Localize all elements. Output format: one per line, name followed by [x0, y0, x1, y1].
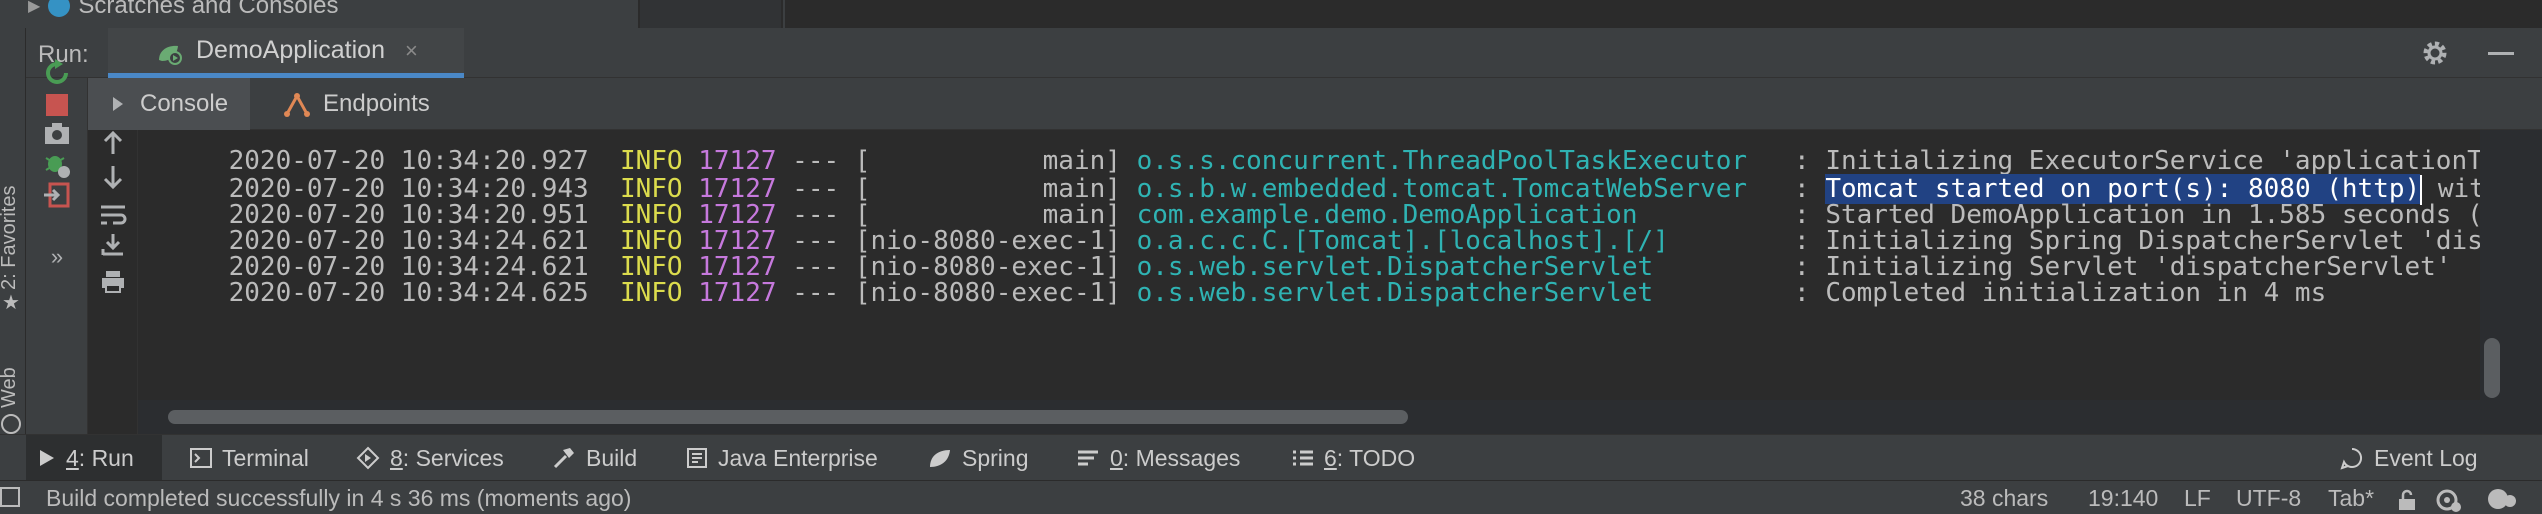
memory-indicator-icon[interactable] — [2486, 487, 2516, 511]
project-tree-strip: ▶ Scratches and Consoles — [0, 0, 2542, 28]
build-hammer-icon — [553, 448, 574, 469]
tab-console-label: Console — [140, 90, 229, 117]
down-button[interactable] — [96, 160, 130, 194]
down-arrow-icon — [103, 166, 123, 190]
minimize-icon[interactable] — [2488, 52, 2514, 55]
scratches-node[interactable]: ▶ Scratches and Consoles — [28, 0, 338, 20]
tab-endpoints-label: Endpoints — [323, 90, 430, 117]
run-tab-title: DemoApplication — [196, 36, 385, 64]
console-output[interactable]: 2020-07-20 10:34:20.927 INFO 17127 --- [… — [138, 130, 2480, 400]
tool-window-run[interactable]: 4: Run — [26, 435, 162, 481]
todo-icon — [1293, 450, 1313, 466]
spring-boot-icon — [159, 45, 182, 65]
run-icon — [40, 450, 54, 466]
tool-window-bar: 4: Run Terminal 8: Services Build Java E… — [0, 434, 2542, 481]
tool-window-todo[interactable]: 6: TODO — [1292, 435, 1415, 481]
editor-panel — [785, 0, 2542, 28]
rerun-icon — [46, 59, 68, 84]
status-message[interactable]: Build completed successfully in 4 s 36 m… — [46, 485, 631, 512]
console-icon — [113, 97, 123, 111]
tool-windows-toggle-icon[interactable] — [0, 487, 20, 507]
expand-triangle-icon[interactable]: ▶ — [28, 0, 40, 16]
services-icon — [356, 446, 380, 470]
file-encoding[interactable]: UTF-8 — [2236, 485, 2301, 512]
tool-window-messages[interactable]: 0: Messages — [1076, 435, 1240, 481]
scroll-to-end-icon — [101, 234, 123, 256]
web-stripe-button[interactable]: Web — [0, 367, 21, 408]
debug-restart-icon — [45, 156, 70, 178]
lock-icon[interactable] — [2396, 489, 2418, 511]
messages-icon — [1078, 450, 1098, 466]
scratches-label: Scratches and Consoles — [78, 0, 339, 19]
expand-icon[interactable]: » — [40, 240, 74, 274]
scroll-to-end-button[interactable] — [96, 228, 130, 262]
status-bar: Build completed successfully in 4 s 36 m… — [0, 480, 2542, 514]
tool-window-run-label: 4: Run — [66, 444, 134, 471]
dump-threads-button[interactable] — [40, 116, 74, 150]
java-enterprise-icon — [687, 448, 707, 468]
tool-window-spring-label: Spring — [962, 444, 1029, 471]
run-tab-demoapplication[interactable]: DemoApplication × — [108, 28, 464, 78]
tab-endpoints[interactable]: Endpoints — [273, 78, 440, 130]
exit-icon — [44, 182, 70, 208]
vertical-scrollbar[interactable] — [2484, 338, 2500, 398]
horizontal-scrollbar[interactable] — [168, 410, 1408, 424]
tool-window-todo-label: 6: TODO — [1324, 444, 1416, 471]
project-tree-panel: ▶ Scratches and Consoles — [0, 0, 640, 28]
tool-window-terminal[interactable]: Terminal — [190, 435, 309, 481]
indent-setting[interactable]: Tab* — [2328, 485, 2374, 512]
soft-wrap-button[interactable] — [96, 198, 130, 232]
up-button[interactable] — [96, 126, 130, 160]
exit-button[interactable] — [40, 178, 74, 212]
camera-icon — [45, 123, 69, 144]
tool-window-build-label: Build — [586, 444, 638, 471]
tool-window-java-enterprise-label: Java Enterprise — [718, 444, 878, 471]
restart-debug-button[interactable] — [40, 148, 74, 182]
tool-window-event-log[interactable]: Event Log — [2340, 435, 2478, 481]
gear-icon[interactable] — [2420, 38, 2450, 68]
endpoints-icon — [284, 92, 310, 117]
rerun-button[interactable] — [40, 56, 74, 90]
terminal-icon — [190, 448, 212, 468]
selection-chars: 38 chars — [1960, 485, 2049, 511]
tool-window-services[interactable]: 8: Services — [356, 435, 504, 481]
tool-window-java-enterprise[interactable]: Java Enterprise — [686, 435, 878, 481]
run-window-header: Run: DemoApplication × — [26, 28, 2542, 78]
spring-leaf-icon — [930, 450, 950, 467]
print-button[interactable] — [96, 264, 130, 298]
tool-window-spring[interactable]: Spring — [928, 435, 1028, 481]
event-log-label: Event Log — [2374, 444, 2478, 471]
scratches-icon — [48, 0, 71, 17]
stop-icon — [46, 94, 68, 116]
close-icon[interactable]: × — [405, 38, 418, 64]
console-toolbar — [88, 130, 138, 434]
tool-window-messages-label: 0: Messages — [1110, 444, 1241, 471]
inspector-icon[interactable] — [2436, 487, 2462, 513]
soft-wrap-icon — [101, 205, 127, 225]
log-line: 2020-07-20 10:34:24.625 INFO 17127 --- [… — [228, 278, 2327, 308]
console-tab-bar: Console Endpoints — [88, 78, 2542, 130]
favorites-stripe-button[interactable]: 2: Favorites — [0, 186, 21, 290]
gutter-panel — [640, 0, 783, 28]
up-arrow-icon — [103, 130, 123, 154]
event-log-icon — [2340, 447, 2363, 470]
print-icon — [102, 271, 124, 293]
star-icon: ★ — [2, 292, 20, 314]
run-toolbar: » — [26, 59, 88, 434]
globe-icon — [1, 414, 21, 434]
tab-console[interactable]: Console — [88, 78, 251, 130]
tool-window-terminal-label: Terminal — [222, 444, 309, 471]
caret-position[interactable]: 19:140 — [2088, 485, 2158, 512]
tool-window-build[interactable]: Build — [552, 435, 637, 481]
tool-window-services-label: 8: Services — [390, 444, 504, 471]
line-separator[interactable]: LF — [2184, 485, 2211, 512]
left-tool-stripe: 2: Favorites ★ Web — [0, 28, 26, 434]
